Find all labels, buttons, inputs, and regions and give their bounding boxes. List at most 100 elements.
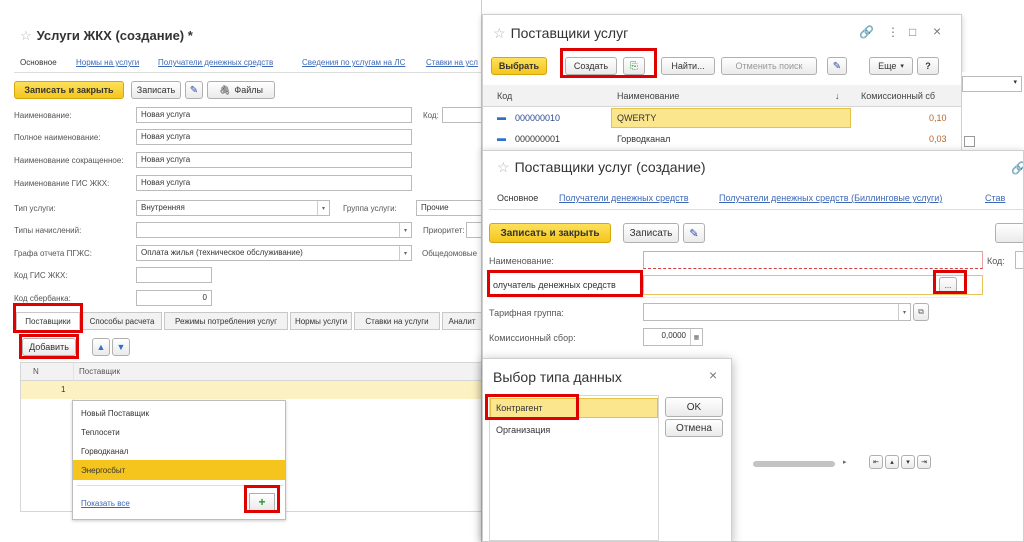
ptab-suppliers[interactable]: Поставщики bbox=[16, 312, 80, 330]
tab-main[interactable]: Основное bbox=[497, 193, 538, 203]
find-button[interactable]: Найти... bbox=[661, 57, 715, 75]
tab-recipients[interactable]: Получатели денежных средств bbox=[158, 58, 273, 67]
ptab-consumption-modes[interactable]: Режимы потребления услуг bbox=[164, 312, 288, 330]
select-button[interactable]: Выбрать bbox=[491, 57, 547, 75]
gis-code-field[interactable] bbox=[136, 267, 212, 283]
list-item-organization[interactable]: Организация bbox=[496, 425, 550, 435]
pencil-icon: ✎ bbox=[689, 227, 699, 240]
save-close-button[interactable]: Записать и закрыть bbox=[489, 223, 611, 243]
tab-recipients[interactable]: Получатели денежных средств bbox=[559, 193, 689, 203]
common-label: Общедомовые bbox=[422, 249, 478, 258]
recipient-label: олучатель денежных средств bbox=[493, 280, 616, 290]
scrollbar[interactable] bbox=[753, 461, 835, 467]
select-recipient-button[interactable]: ... bbox=[939, 277, 957, 293]
nav-down-button[interactable]: ▾ bbox=[901, 455, 915, 469]
full-name-field[interactable]: Новая услуга bbox=[136, 129, 412, 145]
edit-button[interactable]: ✎ bbox=[185, 81, 203, 99]
col-supplier-header: Поставщик bbox=[79, 367, 121, 376]
save-button[interactable]: Записать bbox=[131, 81, 181, 99]
tariff-field[interactable]: ▾ bbox=[643, 303, 911, 321]
col-name-header: Наименование bbox=[617, 91, 680, 101]
priority-field[interactable] bbox=[466, 222, 481, 238]
tab-account-services[interactable]: Сведения по услугам на ЛС bbox=[302, 58, 405, 67]
ptab-service-rates[interactable]: Ставки на услуги bbox=[354, 312, 440, 330]
dropdown-item-energosbyt[interactable]: Энергосбыт bbox=[73, 460, 285, 480]
fee-field[interactable]: 0,0000 ▦ bbox=[643, 328, 703, 346]
star-icon[interactable]: ☆ bbox=[20, 28, 32, 43]
checkbox[interactable] bbox=[964, 136, 975, 147]
tab-rates[interactable]: Ставки на усл bbox=[426, 58, 478, 67]
close-icon[interactable]: × bbox=[933, 23, 941, 39]
files-button[interactable]: 🖇 Файлы bbox=[207, 81, 275, 99]
nav-up-button[interactable]: ▴ bbox=[885, 455, 899, 469]
ptab-analytics[interactable]: Аналит bbox=[442, 312, 481, 330]
nav-first-button[interactable]: ⇤ bbox=[869, 455, 883, 469]
table-row[interactable] bbox=[21, 381, 481, 399]
sber-code-field[interactable]: 0 bbox=[136, 290, 212, 306]
save-close-button[interactable]: Записать и закрыть bbox=[14, 81, 124, 99]
name-label: Наименование: bbox=[489, 256, 554, 266]
save-button[interactable]: Записать bbox=[623, 223, 679, 243]
menu-icon[interactable]: ⋮ bbox=[887, 25, 899, 39]
star-icon[interactable]: ☆ bbox=[493, 25, 506, 41]
close-icon[interactable]: × bbox=[709, 367, 717, 383]
edit-button[interactable]: ✎ bbox=[827, 57, 847, 75]
tab-norms[interactable]: Нормы на услуги bbox=[76, 58, 139, 67]
open-tariff-button[interactable]: ⧉ bbox=[913, 303, 929, 321]
clip-icon: 🖇 bbox=[218, 84, 231, 95]
data-type-dialog: Выбор типа данных × Контрагент Организац… bbox=[482, 358, 732, 542]
edit-button[interactable]: ✎ bbox=[683, 223, 705, 243]
title-text: Поставщики услуг bbox=[510, 25, 629, 41]
ptab-service-norms[interactable]: Нормы услуги bbox=[290, 312, 352, 330]
sort-arrow-icon[interactable]: ↓ bbox=[835, 91, 840, 101]
ptab-calc-methods[interactable]: Способы расчета bbox=[82, 312, 162, 330]
group-field[interactable]: Прочие bbox=[416, 200, 481, 216]
tab-recipients-billing[interactable]: Получатели денежных средств (Биллинговые… bbox=[719, 193, 942, 203]
service-type-field[interactable]: Внутренняя ▾ bbox=[136, 200, 330, 216]
pgzhs-field[interactable]: Оплата жилья (техническое обслуживание) ▾ bbox=[136, 245, 412, 261]
dropdown-stub[interactable]: ▾ bbox=[962, 76, 1022, 92]
help-button[interactable]: ? bbox=[917, 57, 939, 75]
title-text: Поставщики услуг (создание) bbox=[514, 159, 706, 175]
recipient-field[interactable] bbox=[643, 275, 983, 295]
code-field[interactable] bbox=[1015, 251, 1023, 269]
tab-rates[interactable]: Став bbox=[985, 193, 1005, 203]
create-new-button[interactable]: + bbox=[249, 493, 275, 511]
dropdown-item-teploseti[interactable]: Теплосети bbox=[73, 422, 285, 442]
star-icon[interactable]: ☆ bbox=[497, 159, 510, 175]
dropdown-arrow-icon[interactable]: ▾ bbox=[898, 304, 910, 320]
link-icon[interactable]: 🔗 bbox=[1011, 161, 1023, 175]
dropdown-arrow-icon[interactable]: ▾ bbox=[399, 246, 411, 260]
more-button[interactable]: Еще ▾ bbox=[869, 57, 913, 75]
code-field[interactable] bbox=[442, 107, 481, 123]
dropdown-arrow-icon[interactable]: ▾ bbox=[317, 201, 329, 215]
show-all-link[interactable]: Показать все bbox=[81, 499, 130, 508]
move-up-button[interactable]: ▲ bbox=[92, 338, 110, 356]
dropdown-item-new[interactable]: Новый Поставщик bbox=[73, 403, 285, 423]
add-button[interactable]: Добавить bbox=[22, 338, 76, 356]
maximize-icon[interactable]: □ bbox=[909, 25, 916, 39]
copy-button[interactable]: ⎘ bbox=[623, 57, 645, 75]
more-stub-button[interactable] bbox=[995, 223, 1023, 243]
name-field[interactable] bbox=[643, 251, 983, 269]
cancel-button[interactable]: Отмена bbox=[665, 419, 723, 437]
link-icon[interactable]: 🔗 bbox=[859, 25, 874, 39]
services-window: ☆ Услуги ЖКХ (создание) * Основное Нормы … bbox=[0, 0, 482, 542]
dropdown-divider bbox=[77, 485, 283, 486]
nav-last-button[interactable]: ⇥ bbox=[917, 455, 931, 469]
dropdown-item-gorvodkanal[interactable]: Горводканал bbox=[73, 441, 285, 461]
calculator-icon[interactable]: ▦ bbox=[690, 329, 702, 345]
gis-name-label: Наименование ГИС ЖКХ: bbox=[14, 179, 110, 188]
gis-name-field[interactable]: Новая услуга bbox=[136, 175, 412, 191]
move-down-button[interactable]: ▼ bbox=[112, 338, 130, 356]
name-field[interactable]: Новая услуга bbox=[136, 107, 412, 123]
cancel-search-button[interactable]: Отменить поиск bbox=[721, 57, 817, 75]
short-name-field[interactable]: Новая услуга bbox=[136, 152, 412, 168]
ok-button[interactable]: OK bbox=[665, 397, 723, 417]
create-button[interactable]: Создать bbox=[565, 57, 617, 75]
row-icon: ▬ bbox=[497, 133, 506, 143]
tab-main[interactable]: Основное bbox=[20, 58, 57, 67]
accrual-types-field[interactable]: ▾ bbox=[136, 222, 412, 238]
scroll-right-icon[interactable]: ▸ bbox=[843, 458, 847, 466]
dropdown-arrow-icon[interactable]: ▾ bbox=[399, 223, 411, 237]
